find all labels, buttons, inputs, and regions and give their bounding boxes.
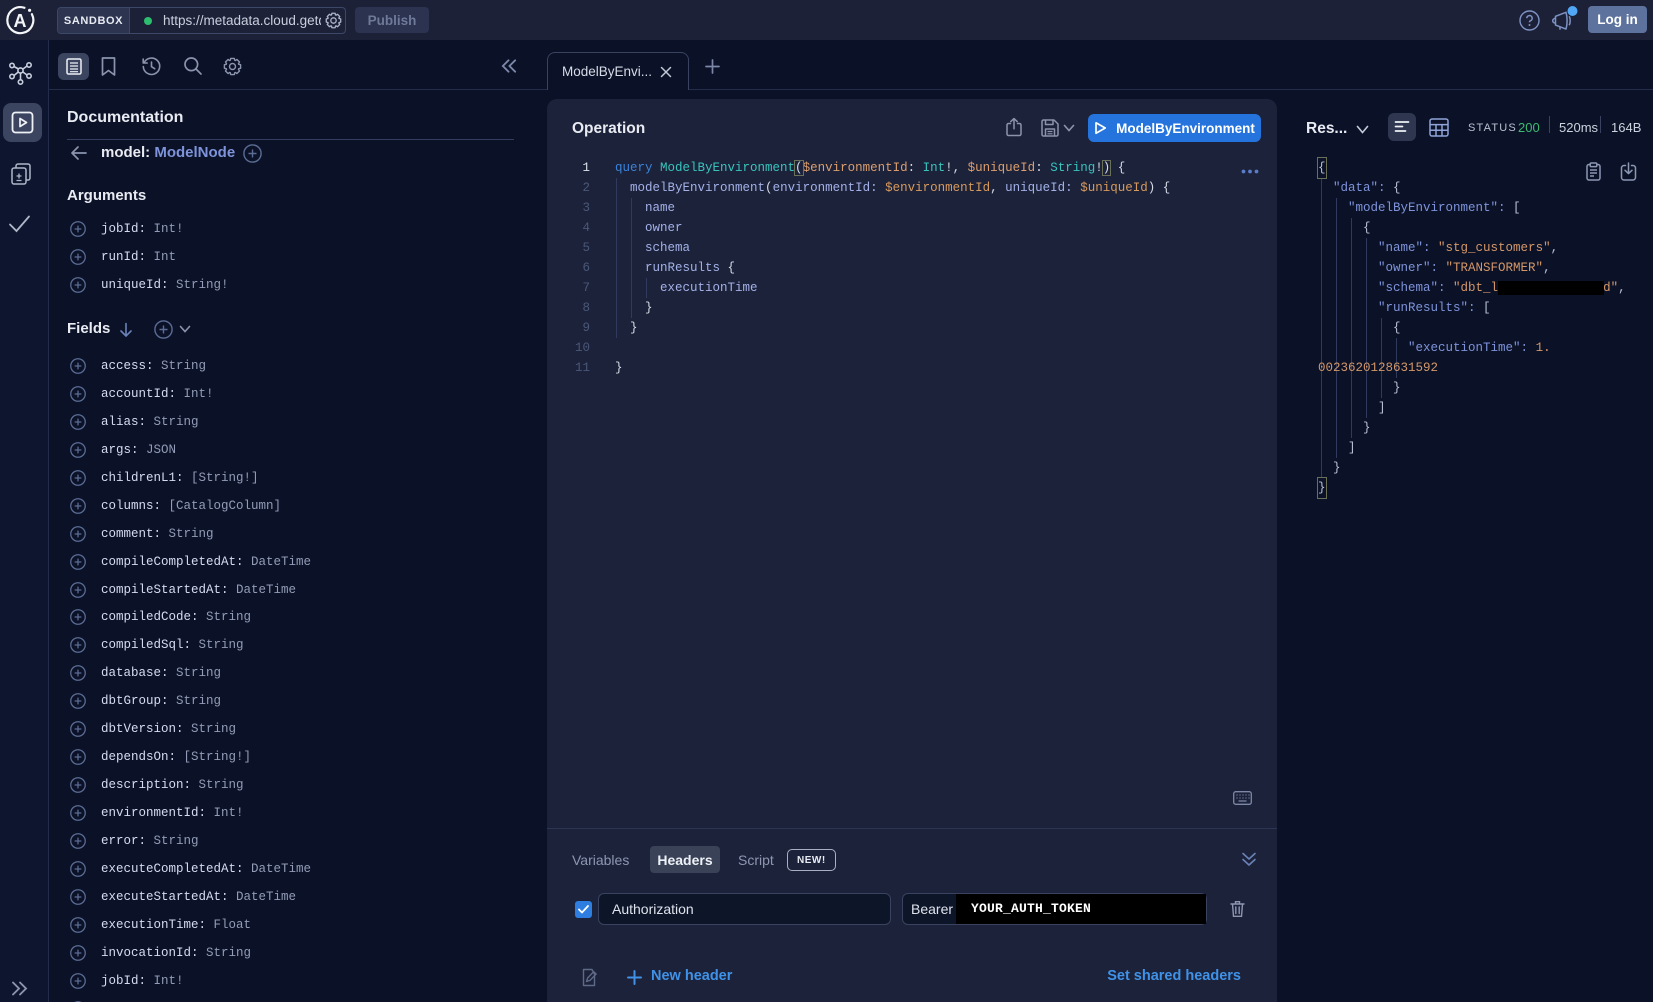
svg-text:A: A (14, 11, 27, 31)
